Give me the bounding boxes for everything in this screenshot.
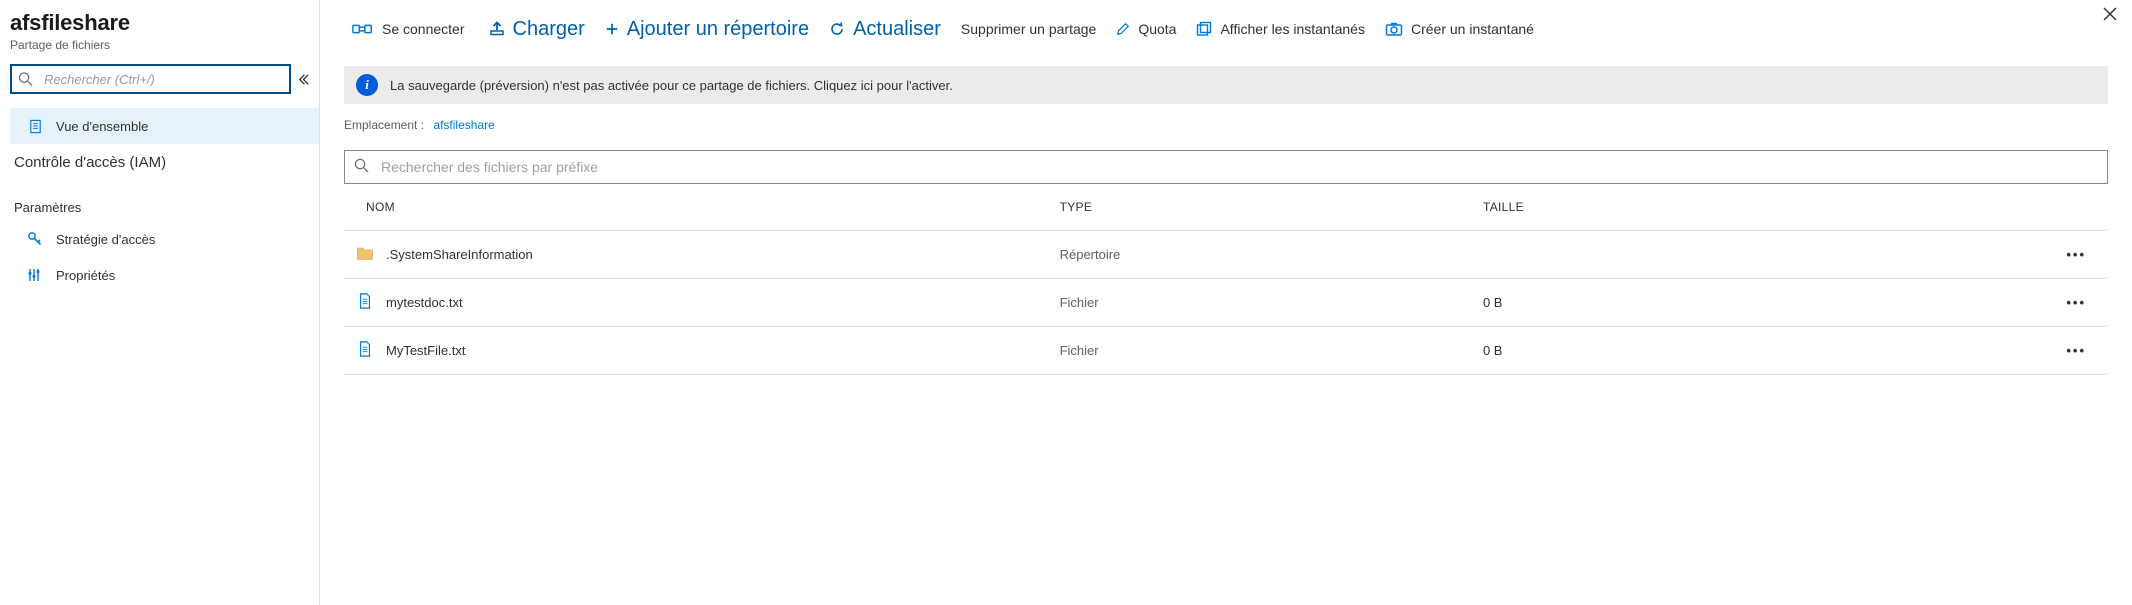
camera-icon <box>1385 21 1403 37</box>
key-icon <box>26 231 44 247</box>
table-row[interactable]: MyTestFile.txt Fichier0 B••• <box>344 327 2108 375</box>
file-size <box>1473 231 1932 279</box>
nav-label: Contrôle d'accès (IAM) <box>14 154 166 171</box>
btn-label: Quota <box>1138 21 1176 37</box>
file-type: Fichier <box>1050 327 1473 375</box>
col-size[interactable]: TAILLE <box>1473 184 1932 231</box>
row-menu-button[interactable]: ••• <box>1932 327 2108 375</box>
breadcrumb-label: Emplacement : <box>344 118 424 132</box>
btn-label: Ajouter un répertoire <box>627 18 809 41</box>
breadcrumb: Emplacement : afsfileshare <box>344 118 2108 132</box>
row-menu-button[interactable]: ••• <box>1932 231 2108 279</box>
delete-share-button[interactable]: Supprimer un partage <box>953 17 1104 41</box>
col-type[interactable]: TYPE <box>1050 184 1473 231</box>
row-menu-button[interactable]: ••• <box>1932 279 2108 327</box>
btn-label: Supprimer un partage <box>961 21 1096 37</box>
upload-icon <box>489 21 505 37</box>
connect-button[interactable]: Se connecter <box>344 17 473 41</box>
file-size: 0 B <box>1473 327 1932 375</box>
table-row[interactable]: .SystemShareInformation Répertoire ••• <box>344 231 2108 279</box>
sidebar-search-input[interactable] <box>10 64 291 94</box>
create-snapshot-button[interactable]: Créer un instantané <box>1377 17 1542 41</box>
file-icon <box>356 341 374 360</box>
file-name: MyTestFile.txt <box>386 343 465 358</box>
close-icon[interactable] <box>2102 6 2118 27</box>
nav-label: Vue d'ensemble <box>56 119 148 134</box>
info-icon: i <box>356 74 378 96</box>
search-icon <box>18 72 33 87</box>
document-icon <box>26 119 44 134</box>
btn-label: Créer un instantané <box>1411 21 1534 37</box>
nav-section-settings: Paramètres <box>10 194 319 221</box>
folder-icon <box>356 245 374 264</box>
upload-button[interactable]: Charger <box>481 14 593 45</box>
refresh-button[interactable]: Actualiser <box>821 14 949 45</box>
btn-label: Se connecter <box>382 21 465 37</box>
add-directory-button[interactable]: Ajouter un répertoire <box>597 14 817 45</box>
file-icon <box>356 293 374 312</box>
nav-access-policy[interactable]: Stratégie d'accès <box>10 221 319 257</box>
file-search-input[interactable] <box>344 150 2108 184</box>
file-type: Répertoire <box>1050 231 1473 279</box>
backup-info-banner[interactable]: i La sauvegarde (préversion) n'est pas a… <box>344 66 2108 104</box>
collapse-sidebar-icon[interactable] <box>296 72 311 90</box>
nav-label: Propriétés <box>56 268 115 283</box>
file-type: Fichier <box>1050 279 1473 327</box>
col-name[interactable]: NOM <box>344 184 1050 231</box>
plus-icon <box>605 22 619 36</box>
page-title: afsfileshare <box>10 10 319 36</box>
search-icon <box>354 158 369 176</box>
snapshots-icon <box>1196 21 1212 37</box>
info-text: La sauvegarde (préversion) n'est pas act… <box>390 78 953 93</box>
page-subtitle: Partage de fichiers <box>10 38 319 52</box>
btn-label: Actualiser <box>853 18 941 41</box>
btn-label: Afficher les instantanés <box>1220 21 1365 37</box>
command-bar: Se connecter Charger Ajouter un répertoi… <box>320 0 2120 56</box>
nav-iam[interactable]: Contrôle d'accès (IAM) <box>10 144 319 180</box>
pencil-icon <box>1116 22 1130 36</box>
plug-icon <box>352 21 374 37</box>
nav-properties[interactable]: Propriétés <box>10 257 319 293</box>
file-name: .SystemShareInformation <box>386 247 533 262</box>
breadcrumb-value[interactable]: afsfileshare <box>433 118 494 132</box>
btn-label: Charger <box>513 18 585 41</box>
nav-overview[interactable]: Vue d'ensemble <box>10 108 319 144</box>
nav-label: Stratégie d'accès <box>56 232 155 247</box>
quota-button[interactable]: Quota <box>1108 17 1184 41</box>
view-snapshots-button[interactable]: Afficher les instantanés <box>1188 17 1373 41</box>
file-size: 0 B <box>1473 279 1932 327</box>
sliders-icon <box>26 267 44 283</box>
file-name: mytestdoc.txt <box>386 295 463 310</box>
refresh-icon <box>829 21 845 37</box>
table-row[interactable]: mytestdoc.txt Fichier0 B••• <box>344 279 2108 327</box>
